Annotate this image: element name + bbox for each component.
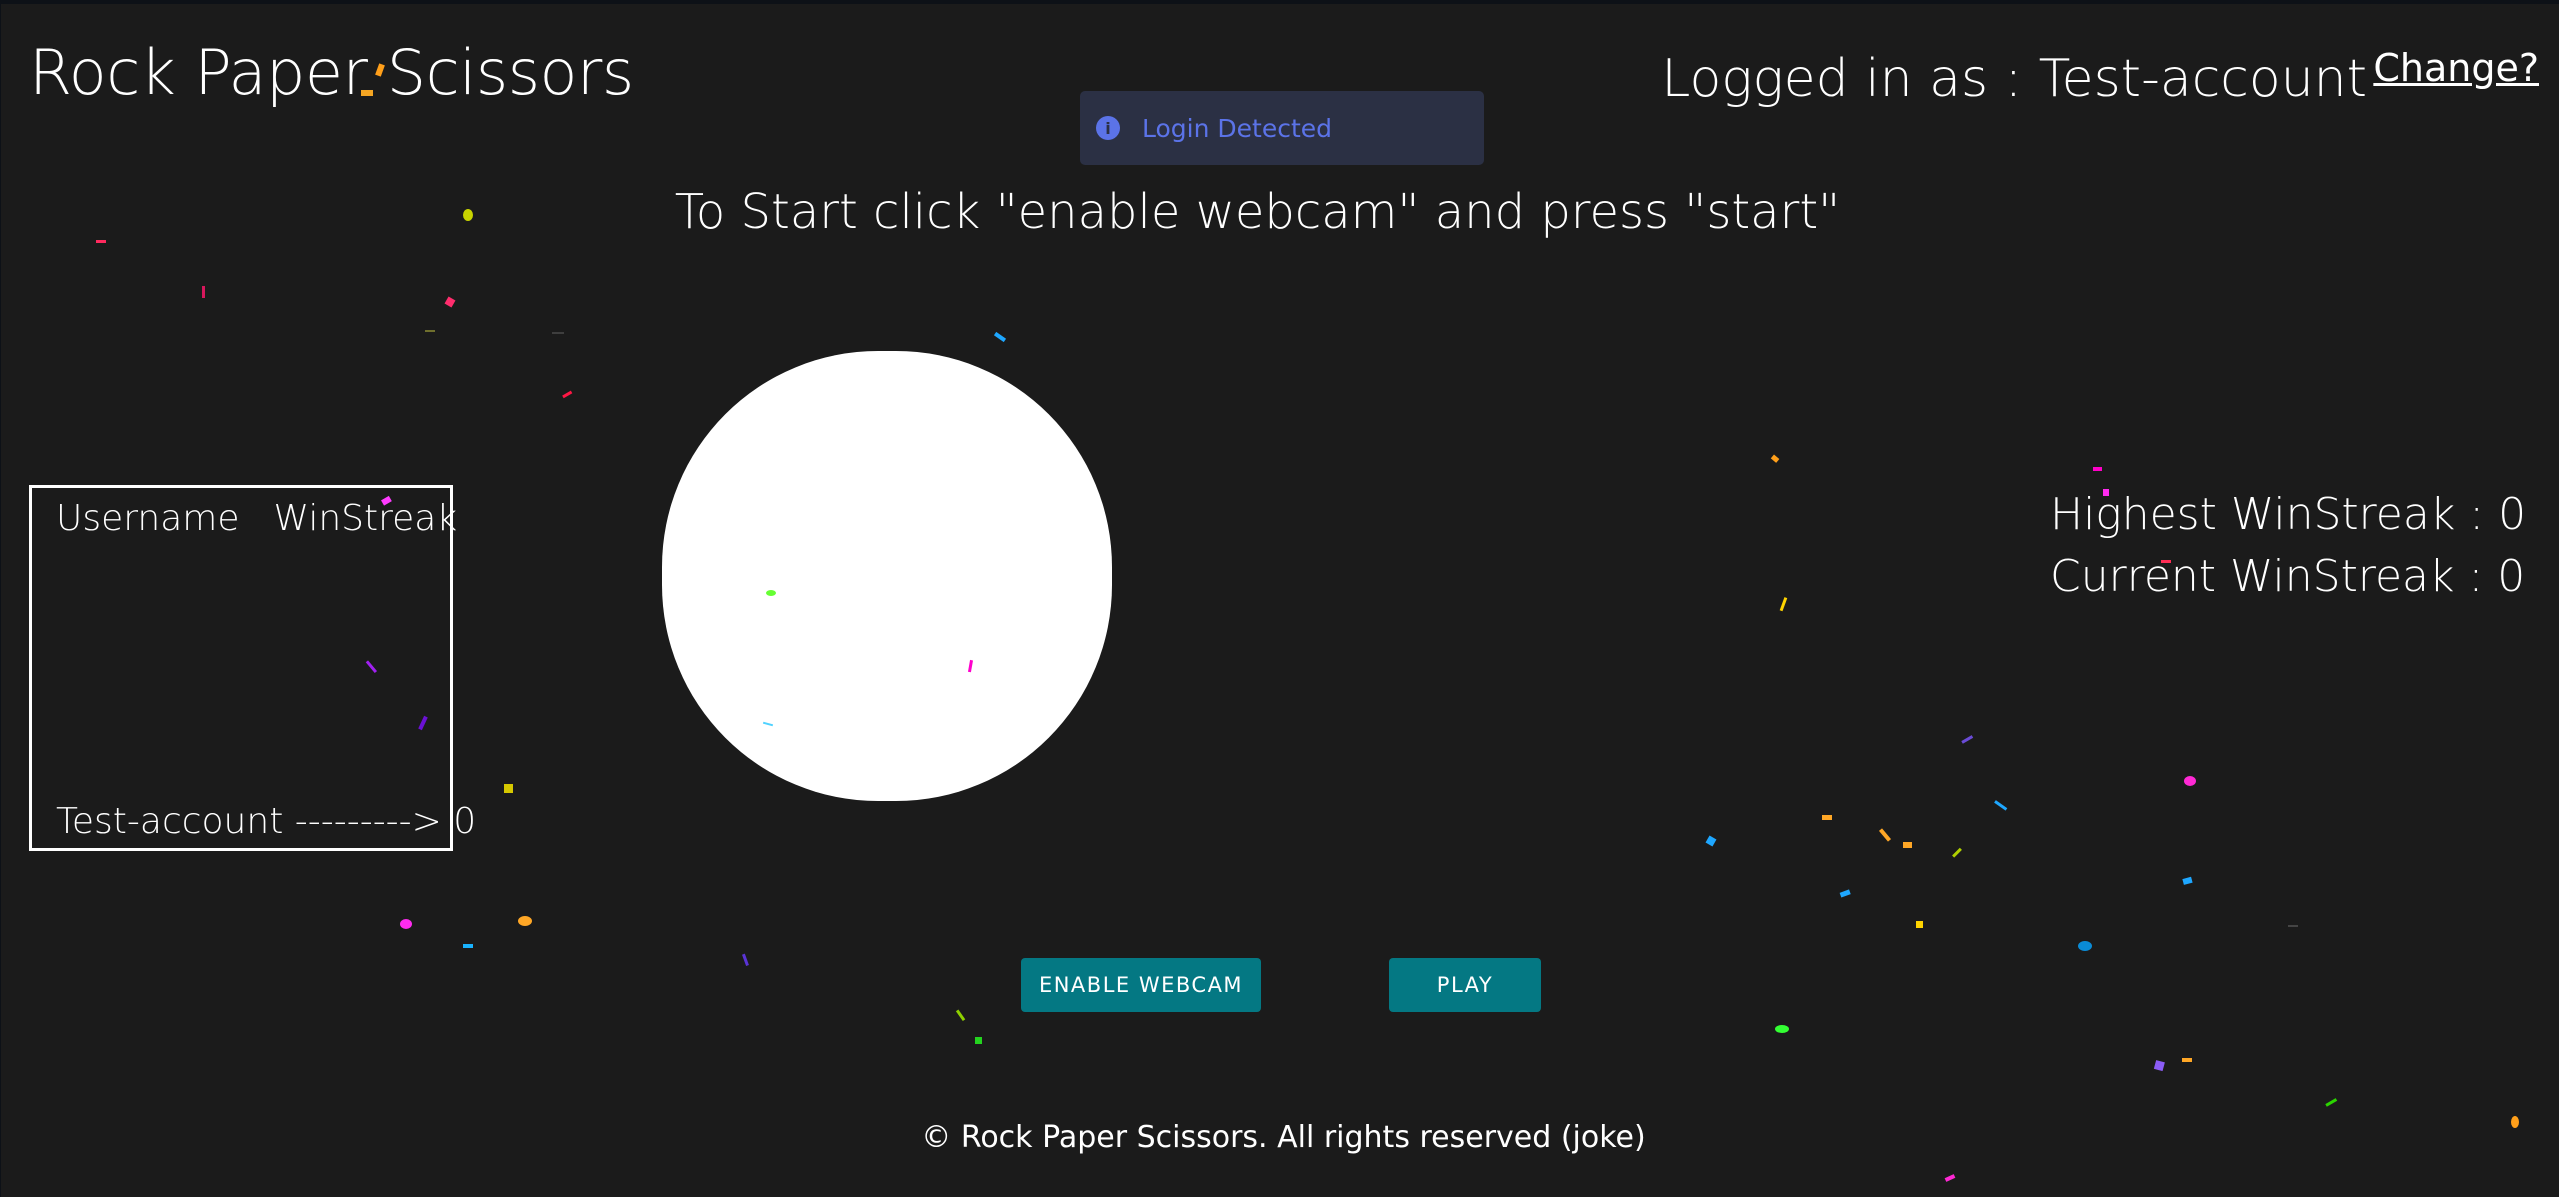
instructions-label: To Start click "enable webcam" and press… [674,184,1841,240]
login-status: Logged in as : Test-account [1661,49,2367,109]
highest-winstreak: Highest WinStreak : 0 [2050,489,2527,540]
footer-text: © Rock Paper Scissors. All rights reserv… [921,1120,1646,1155]
toast-message: Login Detected [1142,113,1333,143]
instructions-text: To Start click "enable webcam" and press… [1,184,2559,240]
change-account-link[interactable]: Change? [2373,46,2539,90]
winstreak-stats: Highest WinStreak : 0 Current WinStreak … [2050,484,2526,608]
login-toast: i Login Detected [1080,91,1484,165]
app-page: Rock Paper Scissors i Login Detected Log… [0,0,2559,1197]
leaderboard-header: Username WinStreak [56,498,457,539]
current-winstreak: Current WinStreak : 0 [2050,551,2526,602]
webcam-view [662,351,1112,801]
leaderboard-row: Test-account ---------> 0 [56,801,477,842]
info-icon: i [1096,116,1120,140]
app-title: Rock Paper Scissors [29,36,634,109]
column-header-username: Username [56,498,240,539]
play-button[interactable]: PLAY [1389,958,1541,1012]
column-header-winstreak: WinStreak [273,498,458,539]
leaderboard-table: Username WinStreak Test-account --------… [29,485,476,851]
footer: © Rock Paper Scissors. All rights reserv… [1,1120,2559,1155]
enable-webcam-button[interactable]: ENABLE WEBCAM [1021,958,1261,1012]
